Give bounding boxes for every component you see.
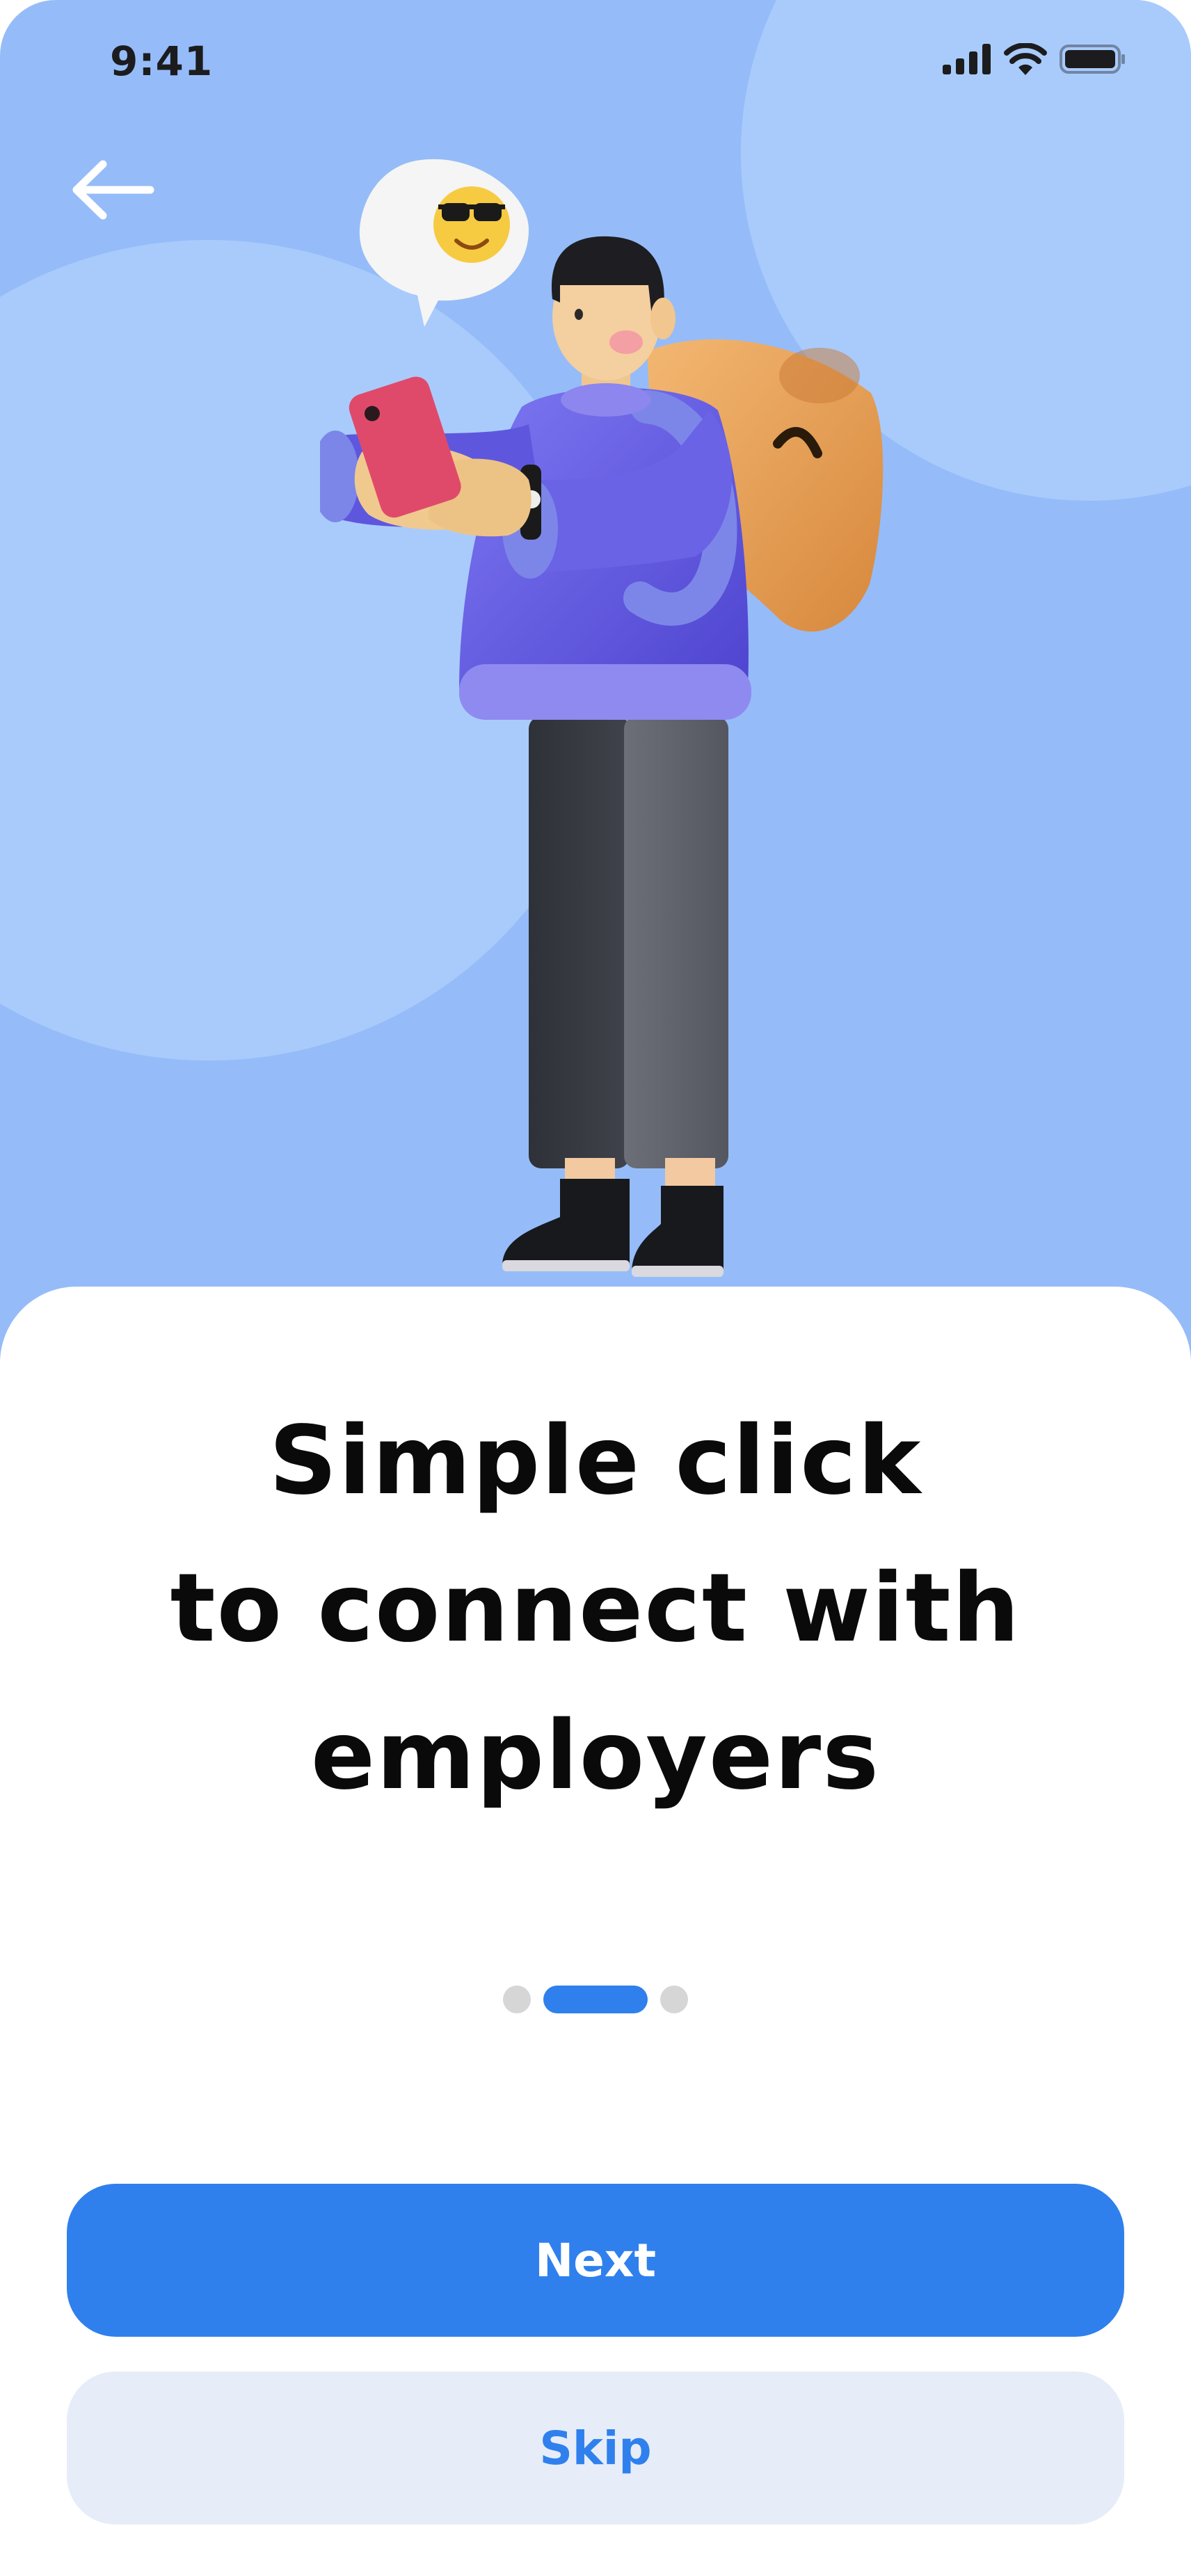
status-time: 9:41	[110, 38, 214, 85]
back-button[interactable]	[67, 156, 157, 223]
arrow-left-icon	[72, 160, 154, 220]
onboarding-title: Simple click to connect with employers	[83, 1387, 1108, 1830]
battery-icon	[1060, 45, 1125, 74]
next-button[interactable]: Next	[67, 2184, 1124, 2337]
person-illustration	[320, 159, 884, 1277]
hero-section: 9:41	[0, 0, 1191, 1384]
pagination-dot-1[interactable]	[503, 1986, 531, 2013]
status-icons	[943, 43, 1126, 75]
wifi-icon	[1004, 43, 1047, 75]
pagination-dot-3[interactable]	[660, 1986, 688, 2013]
onboarding-card: Simple click to connect with employers N…	[0, 1287, 1191, 2576]
emoji-bubble	[359, 159, 529, 327]
signal-icon	[943, 44, 991, 74]
title-line: Simple click	[269, 1406, 922, 1516]
title-line: employers	[310, 1701, 881, 1811]
onboarding-screen: 9:41 Simple click to connect with employ…	[0, 0, 1191, 2576]
skip-button[interactable]: Skip	[67, 2372, 1124, 2525]
pagination-dots	[0, 1986, 1191, 2013]
title-line: to connect with	[170, 1554, 1021, 1664]
pagination-dot-2-active[interactable]	[543, 1986, 648, 2013]
